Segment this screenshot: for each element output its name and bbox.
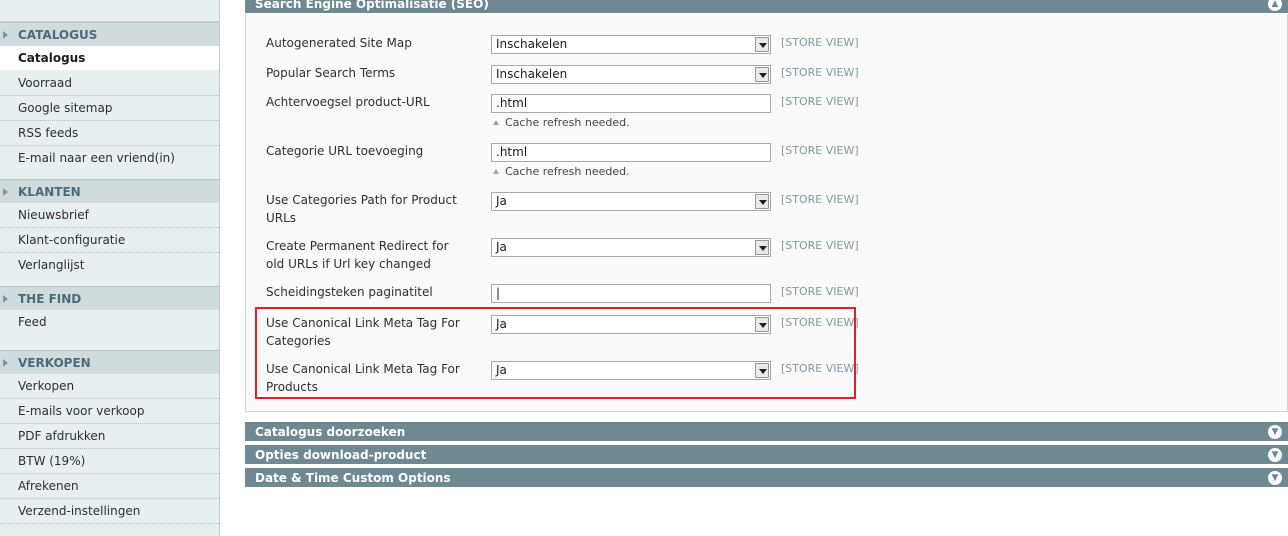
- scope-label: [STORE VIEW]: [781, 36, 859, 49]
- sidebar-item-afrekenen[interactable]: Afrekenen: [0, 474, 219, 499]
- sidebar-group-catalogus[interactable]: CATALOGUS: [0, 22, 219, 46]
- input-value: .html: [496, 145, 528, 159]
- select-value: Ja: [496, 194, 507, 208]
- sidebar-item-btw[interactable]: BTW (19%): [0, 449, 219, 474]
- section-catalogus-doorzoeken[interactable]: Catalogus doorzoeken ▼: [245, 422, 1288, 442]
- sidebar-group-title: CATALOGUS: [18, 28, 98, 42]
- sidebar-top-item[interactable]: [0, 0, 219, 22]
- select-value: Inschakelen: [496, 67, 568, 81]
- cache-note: Cache refresh needed.: [491, 165, 630, 179]
- dropdown-arrow-icon[interactable]: [755, 37, 769, 52]
- sidebar-group-klanten[interactable]: KLANTEN: [0, 179, 219, 203]
- sidebar-item-voorraad[interactable]: Voorraad: [0, 71, 219, 96]
- field-label: Use Categories Path for Product URLs: [266, 193, 457, 225]
- field-label: Popular Search Terms: [266, 66, 396, 80]
- sidebar-item-rss-feeds[interactable]: RSS feeds: [0, 121, 219, 146]
- sidebar-group-title: THE FIND: [18, 292, 82, 306]
- collapse-arrow-icon: [3, 188, 8, 196]
- warning-triangle-icon: [493, 120, 499, 125]
- note-text: Cache refresh needed.: [505, 116, 630, 129]
- section-title: Catalogus doorzoeken: [255, 425, 406, 439]
- dropdown-arrow-icon[interactable]: [755, 67, 769, 82]
- sidebar-item-verzend-instellingen[interactable]: Verzend-instellingen: [0, 499, 219, 524]
- input-value: |: [496, 286, 501, 300]
- collapse-toggle-icon[interactable]: ▲: [1268, 0, 1282, 11]
- sidebar-group-verkopen[interactable]: VERKOPEN: [0, 350, 219, 374]
- sidebar-item-verlanglijst[interactable]: Verlanglijst: [0, 253, 219, 278]
- scope-label: [STORE VIEW]: [781, 239, 859, 252]
- sidebar-group-the-find[interactable]: THE FIND: [0, 286, 219, 310]
- scope-label: [STORE VIEW]: [781, 144, 859, 157]
- expand-toggle-icon[interactable]: ▼: [1268, 471, 1282, 485]
- permanent-redirect-select[interactable]: Ja: [491, 238, 771, 257]
- sidebar-group-title: VERKOPEN: [18, 356, 91, 370]
- page-title-separator-input[interactable]: |: [491, 284, 771, 303]
- sidebar: CATALOGUS Catalogus Voorraad Google site…: [0, 0, 220, 536]
- highlight-box: [255, 307, 856, 399]
- field-label: Create Permanent Redirect for old URLs i…: [266, 239, 449, 271]
- scope-label: [STORE VIEW]: [781, 193, 859, 206]
- sidebar-item-feed[interactable]: Feed: [0, 310, 219, 335]
- collapse-arrow-icon: [3, 359, 8, 367]
- field-label: Categorie URL toevoeging: [266, 144, 424, 158]
- expand-toggle-icon[interactable]: ▼: [1268, 425, 1282, 439]
- warning-triangle-icon: [493, 169, 499, 174]
- sidebar-item-nieuwsbrief[interactable]: Nieuwsbrief: [0, 203, 219, 228]
- collapse-arrow-icon: [3, 295, 8, 303]
- input-value: .html: [496, 96, 528, 110]
- scope-label: [STORE VIEW]: [781, 66, 859, 79]
- field-label: Autogenerated Site Map: [266, 36, 412, 50]
- popular-search-terms-select[interactable]: Inschakelen: [491, 65, 771, 84]
- seo-section-header[interactable]: Search Engine Optimalisatie (SEO) ▲: [245, 0, 1288, 14]
- expand-toggle-icon[interactable]: ▼: [1268, 448, 1282, 462]
- sidebar-item-verkopen[interactable]: Verkopen: [0, 374, 219, 399]
- section-title: Date & Time Custom Options: [255, 471, 451, 485]
- scope-label: [STORE VIEW]: [781, 285, 859, 298]
- sidebar-item-emails-verkoop[interactable]: E-mails voor verkoop: [0, 399, 219, 424]
- select-value: Inschakelen: [496, 37, 568, 51]
- product-url-suffix-input[interactable]: .html: [491, 94, 771, 113]
- category-url-suffix-input[interactable]: .html: [491, 143, 771, 162]
- sidebar-item-google-sitemap[interactable]: Google sitemap: [0, 96, 219, 121]
- dropdown-arrow-icon[interactable]: [755, 240, 769, 255]
- dropdown-arrow-icon[interactable]: [755, 194, 769, 209]
- sidebar-item-klant-configuratie[interactable]: Klant-configuratie: [0, 228, 219, 253]
- sidebar-group-title: KLANTEN: [18, 185, 81, 199]
- note-text: Cache refresh needed.: [505, 165, 630, 178]
- sidebar-item-email-vriend[interactable]: E-mail naar een vriend(in): [0, 146, 219, 171]
- field-label: Achtervoegsel product-URL: [266, 95, 430, 109]
- section-date-time-custom-options[interactable]: Date & Time Custom Options ▼: [245, 468, 1288, 488]
- section-opties-download-product[interactable]: Opties download-product ▼: [245, 445, 1288, 465]
- section-title: Search Engine Optimalisatie (SEO): [255, 0, 489, 11]
- autogenerated-site-map-select[interactable]: Inschakelen: [491, 35, 771, 54]
- use-categories-path-select[interactable]: Ja: [491, 192, 771, 211]
- sidebar-item-catalogus[interactable]: Catalogus: [0, 46, 219, 71]
- field-label: Scheidingsteken paginatitel: [266, 285, 433, 299]
- scope-label: [STORE VIEW]: [781, 95, 859, 108]
- collapse-arrow-icon: [3, 31, 8, 39]
- cache-note: Cache refresh needed.: [491, 116, 630, 130]
- select-value: Ja: [496, 240, 507, 254]
- sidebar-item-pdf-afdrukken[interactable]: PDF afdrukken: [0, 424, 219, 449]
- section-title: Opties download-product: [255, 448, 427, 462]
